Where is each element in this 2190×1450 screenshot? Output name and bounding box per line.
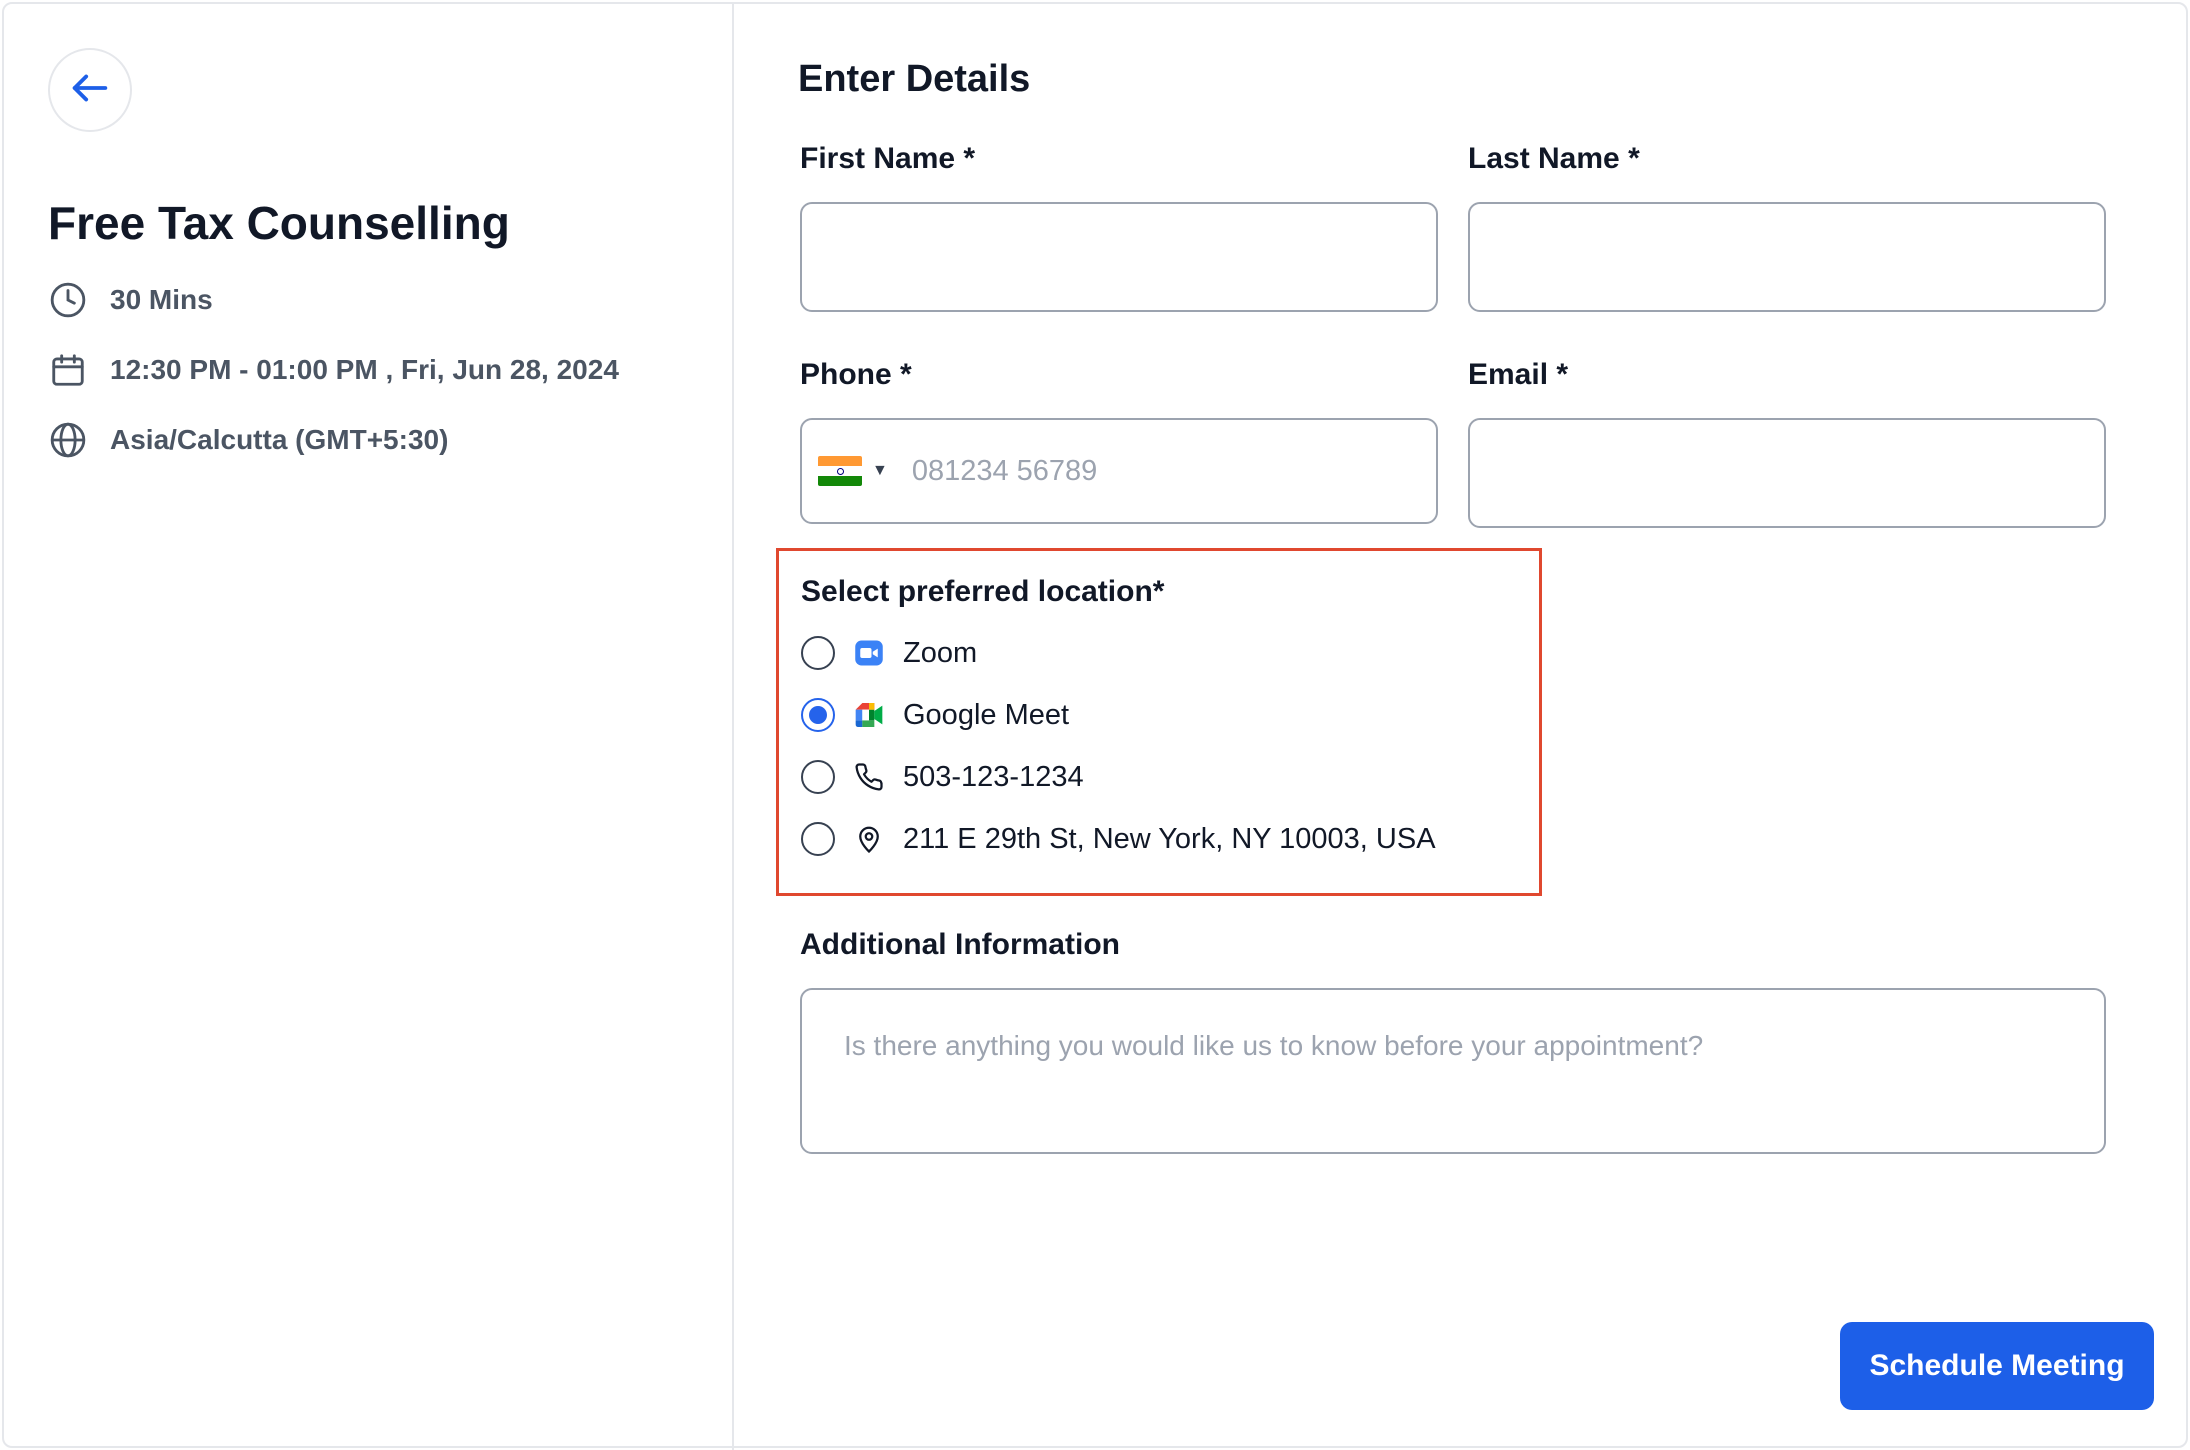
location-option-address[interactable]: 211 E 29th St, New York, NY 10003, USA <box>801 819 1436 859</box>
duration-text: 30 Mins <box>110 284 213 315</box>
email-label: Email * <box>1468 358 1569 391</box>
radio-phone[interactable] <box>801 760 835 794</box>
google-meet-icon <box>851 697 887 733</box>
clock-icon <box>48 280 88 320</box>
schedule-meeting-button[interactable]: Schedule Meeting <box>1840 1322 2154 1410</box>
radio-google-meet[interactable] <box>801 698 835 732</box>
zoom-icon <box>851 635 887 671</box>
phone-label: Phone * <box>800 358 912 391</box>
email-input[interactable] <box>1468 418 2106 528</box>
additional-info-placeholder: Is there anything you would like us to k… <box>844 1030 1704 1061</box>
arrow-left-icon <box>67 65 113 116</box>
globe-icon <box>48 420 88 460</box>
calendar-icon <box>48 350 88 390</box>
event-title: Free Tax Counselling <box>48 197 510 249</box>
option-label: Google Meet <box>903 698 1070 731</box>
option-label: 503-123-1234 <box>903 760 1084 793</box>
additional-info-textarea[interactable]: Is there anything you would like us to k… <box>800 988 2106 1154</box>
booking-page: Free Tax Counselling 30 Mins 12:30 PM - … <box>2 2 2188 1450</box>
panel-divider <box>732 4 734 1450</box>
location-option-zoom[interactable]: Zoom <box>801 633 977 673</box>
location-title: Select preferred location* <box>801 575 1165 608</box>
datetime-text: 12:30 PM - 01:00 PM , Fri, Jun 28, 2024 <box>110 354 619 385</box>
first-name-input[interactable] <box>800 202 1438 312</box>
location-option-phone[interactable]: 503-123-1234 <box>801 757 1084 797</box>
location-pin-icon <box>851 821 887 857</box>
radio-zoom[interactable] <box>801 636 835 670</box>
phone-placeholder: 081234 56789 <box>911 454 1098 487</box>
radio-address[interactable] <box>801 822 835 856</box>
timezone-text: Asia/Calcutta (GMT+5:30) <box>110 424 449 455</box>
chevron-down-icon[interactable]: ▼ <box>872 462 888 480</box>
last-name-label: Last Name * <box>1468 142 1640 175</box>
duration-row: 30 Mins <box>48 280 213 320</box>
option-label: 211 E 29th St, New York, NY 10003, USA <box>903 822 1436 855</box>
last-name-input[interactable] <box>1468 202 2106 312</box>
option-label: Zoom <box>903 636 978 669</box>
location-option-google-meet[interactable]: Google Meet <box>801 695 1069 735</box>
back-button[interactable] <box>48 48 132 132</box>
india-flag-icon[interactable] <box>818 456 862 486</box>
additional-info-label: Additional Information <box>800 928 1120 961</box>
timezone-row: Asia/Calcutta (GMT+5:30) <box>48 420 448 460</box>
form-heading: Enter Details <box>798 58 1031 100</box>
location-selector: Select preferred location* Zoom Google M… <box>776 548 1542 896</box>
phone-icon <box>851 759 887 795</box>
phone-input[interactable]: ▼ 081234 56789 <box>800 418 1438 524</box>
datetime-row: 12:30 PM - 01:00 PM , Fri, Jun 28, 2024 <box>48 350 619 390</box>
first-name-label: First Name * <box>800 142 976 175</box>
